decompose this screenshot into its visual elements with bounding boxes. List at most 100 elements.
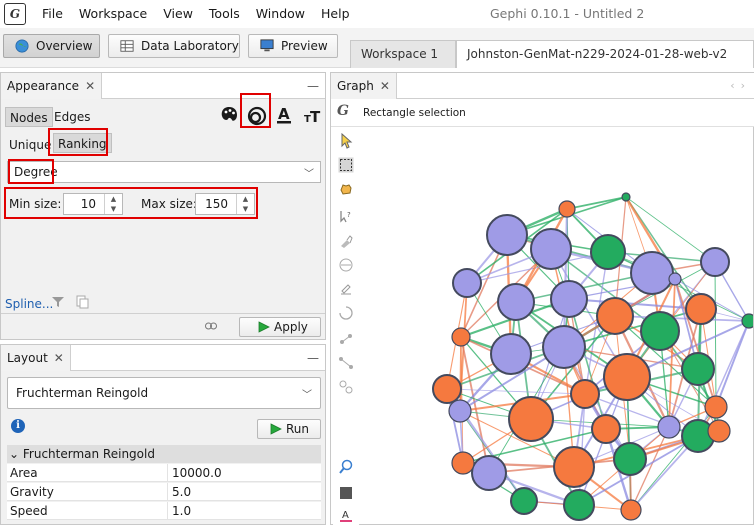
cluster-icon[interactable]: [338, 379, 354, 395]
graph-node[interactable]: [591, 414, 621, 444]
size-icon[interactable]: [247, 106, 267, 126]
pointer-icon[interactable]: [338, 133, 354, 149]
menu-window[interactable]: Window: [248, 0, 313, 28]
graph-node[interactable]: [685, 293, 717, 325]
data-laboratory-button[interactable]: Data Laboratory: [108, 34, 240, 58]
graph-node[interactable]: [630, 251, 674, 295]
appearance-header: Appearance ✕ —: [1, 73, 325, 99]
graph-node[interactable]: [707, 419, 731, 443]
max-size-stepper[interactable]: 150 ▲ ▼: [195, 193, 255, 215]
overview-button[interactable]: Overview: [3, 34, 100, 58]
info-icon[interactable]: i: [11, 419, 25, 433]
graph-node[interactable]: [570, 379, 600, 409]
property-value[interactable]: 10000.0: [167, 464, 222, 482]
heatmap-icon[interactable]: [338, 305, 354, 321]
edge-pencil-icon[interactable]: ?: [338, 209, 354, 225]
layout-algorithm-select[interactable]: Fruchterman Reingold ﹀: [7, 377, 321, 409]
close-icon[interactable]: ✕: [54, 351, 64, 365]
label-color-icon[interactable]: A: [338, 507, 354, 523]
play-icon: [270, 423, 282, 435]
graph-node[interactable]: [542, 325, 586, 369]
graph-node[interactable]: [530, 228, 572, 270]
property-row[interactable]: Gravity 5.0: [7, 483, 321, 501]
property-row[interactable]: Area 10000.0: [7, 464, 321, 482]
painter-icon[interactable]: [338, 233, 354, 249]
menu-file[interactable]: File: [34, 0, 71, 28]
graph-node[interactable]: [613, 442, 647, 476]
tab-unique[interactable]: Unique: [5, 135, 55, 155]
min-size-stepper[interactable]: 10 ▲ ▼: [63, 193, 123, 215]
stepper-arrows-icon[interactable]: ▲ ▼: [236, 194, 254, 214]
graph-node[interactable]: [668, 272, 682, 286]
resize-icon[interactable]: [338, 257, 354, 273]
background-color-icon[interactable]: [338, 485, 354, 501]
tab-scroll-arrows-icon[interactable]: ‹›: [730, 79, 751, 92]
tab-nodes[interactable]: Nodes: [5, 107, 53, 127]
menu-help[interactable]: Help: [313, 0, 358, 28]
graph-node[interactable]: [596, 297, 634, 335]
minimize-icon[interactable]: —: [307, 79, 319, 93]
minimize-icon[interactable]: —: [307, 351, 319, 365]
graph-node[interactable]: [704, 395, 728, 419]
copy-icon[interactable]: [75, 295, 89, 309]
drag-hand-icon[interactable]: [338, 181, 354, 197]
chevron-down-icon: ﹀: [304, 169, 314, 180]
close-icon[interactable]: ✕: [85, 79, 95, 93]
stepper-arrows-icon[interactable]: ▲ ▼: [104, 194, 122, 214]
graph-node[interactable]: [603, 353, 651, 401]
label-size-icon[interactable]: T T: [303, 106, 323, 126]
menu-workspace[interactable]: Workspace: [71, 0, 155, 28]
graph-node[interactable]: [448, 399, 472, 423]
run-button[interactable]: Run: [257, 419, 321, 439]
ranking-attribute-select[interactable]: Degree ﹀: [7, 161, 321, 183]
workspace-tab-1[interactable]: Workspace 1: [350, 40, 456, 68]
graph-canvas[interactable]: [361, 129, 753, 525]
graph-node[interactable]: [741, 313, 753, 329]
spline-link[interactable]: Spline...: [5, 297, 53, 311]
shortest-path-icon[interactable]: [338, 355, 354, 371]
menu-view[interactable]: View: [155, 0, 201, 28]
graph-node[interactable]: [510, 487, 538, 515]
graph-node[interactable]: [700, 247, 730, 277]
workspace-tab-2[interactable]: Johnston-GenMat-n229-2024-01-28-web-v2: [456, 40, 754, 68]
graph-node[interactable]: [681, 352, 715, 386]
graph-node[interactable]: [451, 327, 471, 347]
graph-node[interactable]: [471, 455, 507, 491]
properties-section-header[interactable]: ⌄ Fruchterman Reingold: [7, 445, 321, 463]
graph-node[interactable]: [452, 268, 482, 298]
preview-button[interactable]: Preview: [248, 34, 338, 58]
property-value[interactable]: 5.0: [167, 483, 191, 501]
graph-node[interactable]: [657, 415, 681, 439]
graph-node[interactable]: [508, 396, 554, 442]
graph-node[interactable]: [432, 374, 462, 404]
graph-tab[interactable]: Graph ✕: [331, 73, 397, 99]
rectangle-selection-icon[interactable]: [338, 157, 354, 173]
graph-node[interactable]: [451, 451, 475, 475]
edge-add-icon[interactable]: [338, 331, 354, 347]
filter-icon[interactable]: [51, 295, 65, 309]
graph-node[interactable]: [486, 214, 528, 256]
close-icon[interactable]: ✕: [380, 79, 390, 93]
menu-tools[interactable]: Tools: [201, 0, 248, 28]
apply-button[interactable]: Apply: [239, 317, 321, 337]
graph-node[interactable]: [563, 489, 595, 521]
layout-tab[interactable]: Layout ✕: [1, 345, 71, 371]
appearance-tab[interactable]: Appearance ✕: [1, 73, 103, 99]
tab-ranking[interactable]: Ranking: [53, 133, 112, 153]
property-row[interactable]: Speed 1.0: [7, 502, 321, 520]
graph-node[interactable]: [590, 234, 626, 270]
tab-edges[interactable]: Edges: [50, 107, 94, 127]
graph-node[interactable]: [558, 200, 576, 218]
graph-node[interactable]: [621, 192, 631, 202]
palette-icon[interactable]: [219, 105, 239, 125]
graph-node[interactable]: [640, 311, 680, 351]
label-color-icon[interactable]: A: [274, 105, 294, 125]
graph-node[interactable]: [620, 499, 642, 521]
zoom-icon[interactable]: [338, 459, 354, 475]
graph-node[interactable]: [550, 280, 588, 318]
graph-node[interactable]: [497, 283, 535, 321]
graph-node[interactable]: [553, 446, 595, 488]
brush-icon[interactable]: [338, 281, 354, 297]
property-value[interactable]: 1.0: [167, 502, 191, 520]
graph-node[interactable]: [490, 333, 532, 375]
